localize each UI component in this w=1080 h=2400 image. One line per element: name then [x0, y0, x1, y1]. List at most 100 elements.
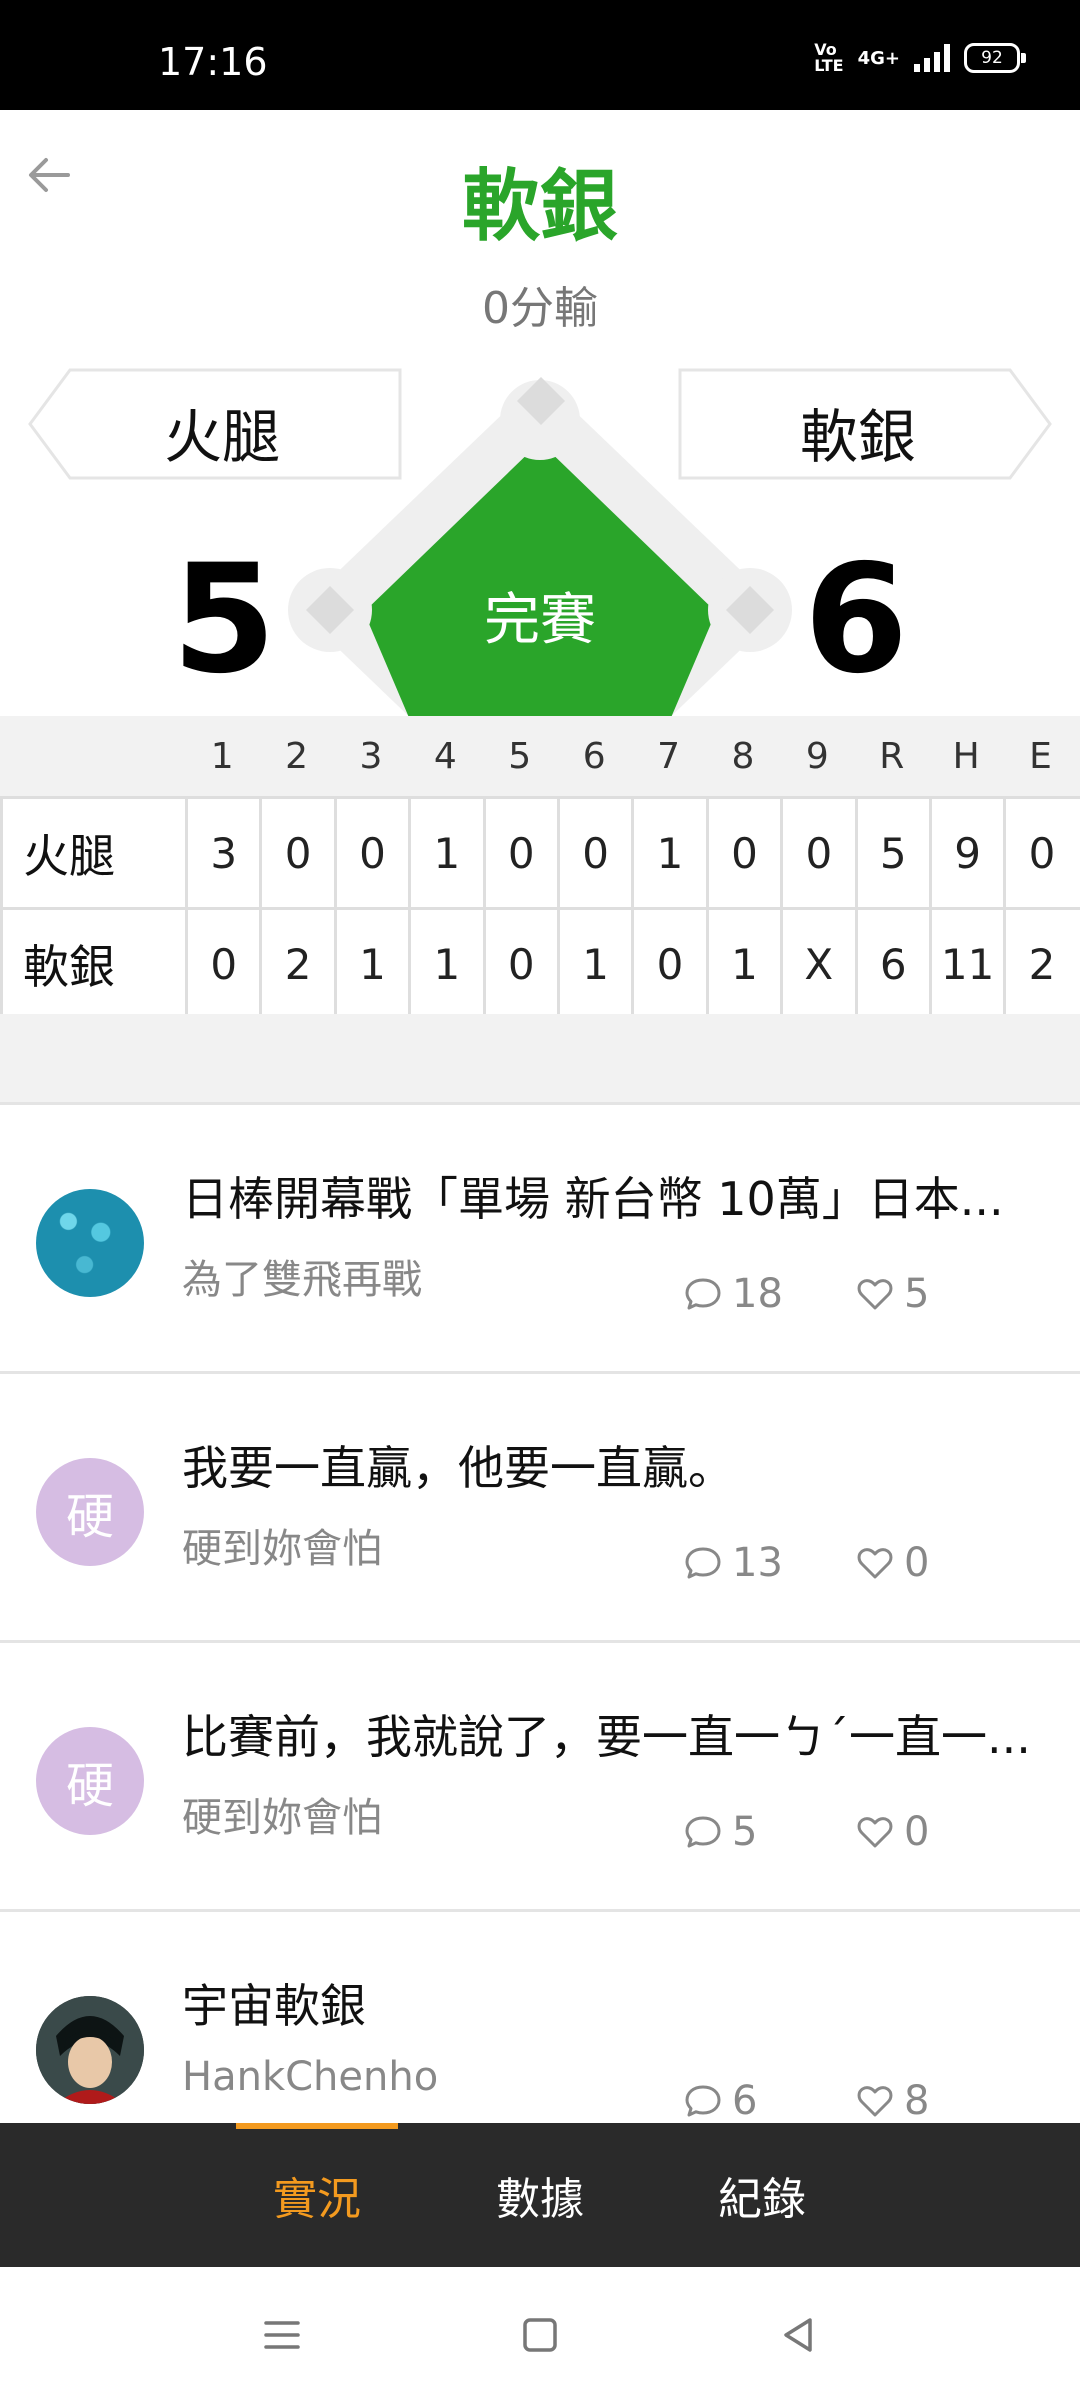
hits-header: H [952, 735, 980, 777]
table-cell: 6 [854, 910, 929, 1018]
inning-header: 2 [285, 735, 309, 777]
post-title[interactable]: 我要一直贏，他要一直贏。 [182, 1432, 1042, 1498]
like-count-value: 5 [904, 1271, 930, 1317]
system-nav-bar [0, 2267, 1080, 2400]
menu-icon[interactable] [258, 2311, 306, 2359]
inning-header: 3 [359, 735, 383, 777]
team-column-header [0, 716, 185, 796]
table-cell: 2 [1003, 910, 1077, 1018]
post-author[interactable]: 硬到妳會怕 [182, 1516, 382, 1574]
like-count-value: 0 [904, 1809, 930, 1855]
like-count[interactable]: 0 [854, 1809, 929, 1855]
comment-count-value: 18 [732, 1271, 783, 1317]
table-cell: 11 [928, 910, 1003, 1018]
like-count[interactable]: 0 [854, 1540, 929, 1586]
table-row: 軟銀 0 2 1 1 0 1 0 1 X 6 11 2 [0, 907, 1080, 1021]
table-cell: 3 [185, 799, 259, 907]
post-list: 日棒開幕戰「單場 新台幣 10萬」日本... 為了雙飛再戰 18 5 硬 我要一… [0, 1105, 1080, 2181]
table-cell: 9 [928, 799, 1003, 907]
inning-header: 5 [508, 735, 532, 777]
table-cell: 1 [556, 910, 631, 1018]
table-cell: 0 [482, 799, 557, 907]
inning-header: 1 [210, 735, 234, 777]
comment-count[interactable]: 5 [682, 1809, 757, 1855]
home-score: 6 [803, 533, 909, 707]
post-title[interactable]: 日棒開幕戰「單場 新台幣 10萬」日本... [182, 1163, 1042, 1229]
comment-icon [685, 2085, 721, 2117]
comment-icon [685, 1547, 721, 1579]
table-cell: 0 [333, 799, 408, 907]
table-cell: 2 [259, 910, 333, 1018]
table-cell: 1 [705, 910, 780, 1018]
clock: 17:16 [158, 40, 268, 84]
table-cell: 0 [631, 910, 705, 1018]
back-triangle-icon[interactable] [774, 2311, 822, 2359]
team-name-cell: 軟銀 [0, 910, 185, 1018]
inning-header: 6 [582, 735, 606, 777]
like-count-value: 0 [904, 1540, 930, 1586]
post-author[interactable]: 硬到妳會怕 [182, 1785, 382, 1843]
network-type: 4G+ [857, 47, 900, 69]
post-title[interactable]: 宇宙軟銀 [182, 1970, 1042, 2036]
team-name-cell: 火腿 [0, 799, 185, 907]
post-author[interactable]: 為了雙飛再戰 [182, 1247, 422, 1305]
table-cell: 1 [333, 910, 408, 1018]
game-status: 完賽 [484, 588, 596, 653]
comment-count[interactable]: 6 [682, 2078, 757, 2124]
game-result-subtitle: 0分輸 [482, 283, 598, 334]
like-count[interactable]: 5 [854, 1271, 929, 1317]
heart-icon [857, 2086, 893, 2117]
tab-stats[interactable]: 數據 [440, 2123, 640, 2267]
table-cell: 0 [705, 799, 780, 907]
line-score-table: 1 2 3 4 5 6 7 8 9 R H E 火腿 3 0 0 1 0 0 1… [0, 716, 1080, 1021]
heart-icon [857, 1817, 893, 1848]
list-item[interactable]: 硬 我要一直贏，他要一直贏。 硬到妳會怕 13 0 [0, 1374, 1080, 1643]
table-cell: 1 [408, 910, 482, 1018]
table-row: 火腿 3 0 0 1 0 0 1 0 0 5 9 0 [0, 796, 1080, 907]
avatar[interactable]: 硬 [36, 1458, 144, 1566]
errors-header: E [1029, 735, 1052, 777]
scoreboard-field: 火腿 軟銀 5 6 完賽 [0, 360, 1080, 720]
post-author[interactable]: HankChenho [182, 2054, 438, 2100]
comment-count[interactable]: 13 [682, 1540, 783, 1586]
away-team-name[interactable]: 火腿 [72, 390, 372, 474]
table-cell: 1 [631, 799, 705, 907]
volte-icon: Vo LTE [814, 40, 844, 75]
avatar[interactable] [36, 1189, 144, 1297]
inning-header: 8 [731, 735, 755, 777]
runs-header: R [879, 735, 905, 777]
inning-header: 9 [805, 735, 829, 777]
bottom-tab-bar: 實況 數據 紀錄 [0, 2123, 1080, 2267]
heart-icon [857, 1548, 893, 1579]
table-cell: X [780, 910, 854, 1018]
comment-count-value: 6 [732, 2078, 758, 2124]
post-title[interactable]: 比賽前，我就說了，要一直一ㄅˊ一直一... [182, 1701, 1042, 1767]
status-bar: 17:16 Vo LTE 4G+ 92 [0, 0, 1080, 110]
tab-records[interactable]: 紀錄 [662, 2123, 862, 2267]
like-count[interactable]: 8 [854, 2078, 929, 2124]
line-score-header: 1 2 3 4 5 6 7 8 9 R H E [0, 716, 1080, 796]
table-cell: 1 [408, 799, 482, 907]
table-cell: 0 [556, 799, 631, 907]
avatar[interactable]: 硬 [36, 1727, 144, 1835]
battery-level: 92 [981, 48, 1003, 68]
table-cell: 0 [482, 910, 557, 1018]
away-score: 5 [171, 533, 277, 707]
list-item[interactable]: 日棒開幕戰「單場 新台幣 10萬」日本... 為了雙飛再戰 18 5 [0, 1105, 1080, 1374]
comment-count-value: 5 [732, 1809, 758, 1855]
tab-live[interactable]: 實況 [217, 2123, 417, 2267]
comment-count[interactable]: 18 [682, 1271, 783, 1317]
home-team-name[interactable]: 軟銀 [708, 390, 1008, 474]
inning-header: 4 [433, 735, 457, 777]
signal-icon [914, 44, 950, 72]
table-cell: 0 [780, 799, 854, 907]
heart-icon [857, 1279, 893, 1310]
table-cell: 0 [185, 910, 259, 1018]
list-item[interactable]: 硬 比賽前，我就說了，要一直一ㄅˊ一直一... 硬到妳會怕 5 0 [0, 1643, 1080, 1912]
home-square-icon[interactable] [516, 2311, 564, 2359]
battery-icon: 92 [964, 43, 1026, 73]
status-icons: Vo LTE 4G+ 92 [814, 40, 1026, 75]
avatar[interactable] [36, 1996, 144, 2104]
table-cell: 0 [1003, 799, 1077, 907]
page-title: 軟銀 [461, 162, 618, 252]
